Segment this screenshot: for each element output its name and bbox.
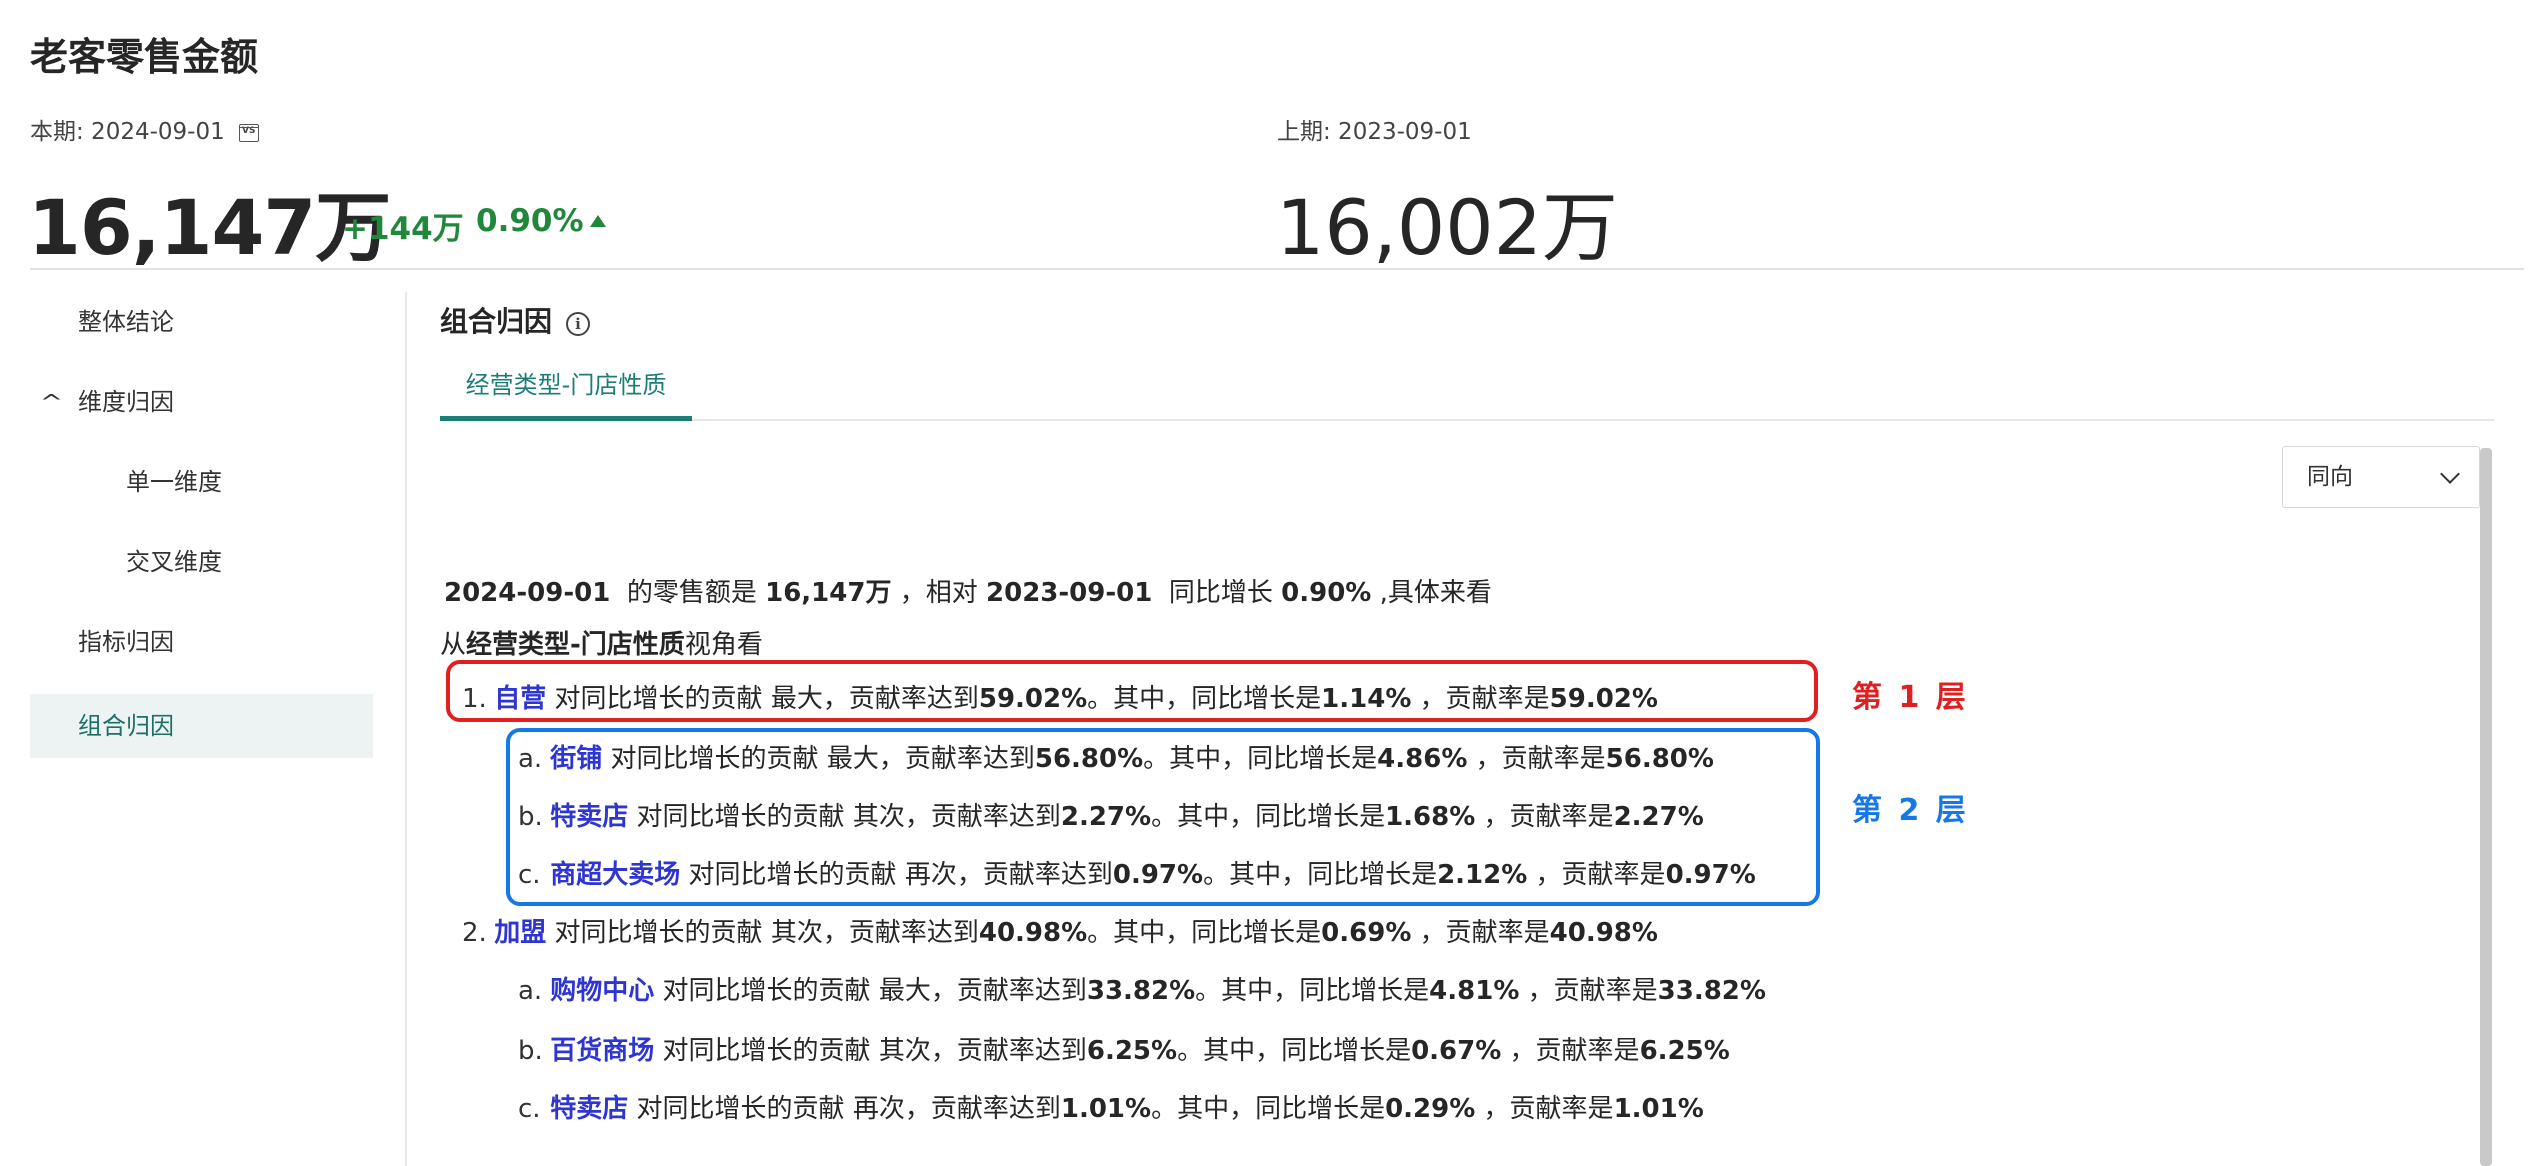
summary-date-current: 2024-09-01 bbox=[444, 578, 611, 608]
item-text: 。其中，同比增长是 bbox=[1151, 1094, 1386, 1124]
layer1-highlight-box bbox=[446, 660, 1818, 722]
item-share: 1.01% bbox=[1613, 1094, 1704, 1124]
item-share: 33.82% bbox=[1657, 976, 1766, 1006]
current-period: 本期: 2024-09-01 VS bbox=[30, 112, 259, 146]
list-item: a. 购物中心 对同比增长的贡献 最大，贡献率达到33.82%。其中，同比增长是… bbox=[518, 970, 1766, 1007]
info-icon[interactable]: i bbox=[566, 312, 591, 336]
sidebar-divider bbox=[405, 292, 407, 1166]
item-contribution-rate: 1.01% bbox=[1060, 1094, 1152, 1124]
item-name-link[interactable]: 百货商场 bbox=[550, 1036, 654, 1066]
item-name-link[interactable]: 加盟 bbox=[494, 918, 546, 948]
item-index: c. bbox=[518, 1094, 541, 1124]
sidebar-item-cross-dimension[interactable]: 交叉维度 bbox=[30, 530, 373, 594]
current-period-label: 本期: 2024-09-01 bbox=[30, 119, 225, 145]
vertical-scrollbar[interactable] bbox=[2480, 448, 2492, 1166]
section-title: 组合归因 i bbox=[440, 300, 591, 340]
list-item: c. 特卖店 对同比增长的贡献 再次，贡献率达到1.01%。其中，同比增长是0.… bbox=[518, 1088, 1704, 1125]
item-growth: 0.29% bbox=[1385, 1094, 1476, 1124]
sidebar-item-dimension[interactable]: ^ 维度归因 bbox=[30, 370, 373, 434]
item-rank: 其次 bbox=[878, 1036, 931, 1066]
item-rank: 再次 bbox=[852, 1094, 905, 1124]
item-text: 。其中，同比增长是 bbox=[1195, 976, 1430, 1006]
up-arrow-icon bbox=[589, 215, 606, 227]
item-index: b. bbox=[518, 1036, 543, 1066]
summary-date-previous: 2023-09-01 bbox=[986, 578, 1153, 608]
list-item: 2. 加盟 对同比增长的贡献 其次，贡献率达到40.98%。其中，同比增长是0.… bbox=[462, 912, 1658, 949]
item-text: ，贡献率是 bbox=[1509, 1036, 1640, 1066]
item-rank: 其次 bbox=[770, 918, 823, 948]
calendar-vs-icon[interactable]: VS bbox=[238, 123, 259, 142]
sidebar-item-combination[interactable]: 组合归因 bbox=[30, 694, 373, 758]
sidebar-item-label: 单一维度 bbox=[126, 468, 222, 496]
view-suffix: 视角看 bbox=[684, 630, 763, 660]
previous-period-label: 上期: 2023-09-01 bbox=[1277, 119, 1472, 145]
item-name-link[interactable]: 购物中心 bbox=[550, 976, 654, 1006]
delta-percent: 0.90% bbox=[476, 203, 606, 239]
delta-value: +144万 bbox=[342, 211, 464, 247]
section-title-text: 组合归因 bbox=[440, 305, 553, 338]
summary-percent: 0.90% bbox=[1281, 578, 1372, 608]
summary-value: 16,147万 bbox=[765, 578, 892, 608]
item-text: ，贡献率达到 bbox=[930, 976, 1087, 1006]
item-text: 。其中，同比增长是 bbox=[1177, 1036, 1412, 1066]
item-index: 2. bbox=[462, 918, 487, 948]
current-value: 16,147万 bbox=[28, 183, 391, 272]
chevron-down-icon bbox=[2440, 464, 2460, 484]
sidebar-item-label: 维度归因 bbox=[78, 388, 174, 416]
direction-select-value: 同向 bbox=[2307, 464, 2353, 490]
tab-active-indicator bbox=[440, 416, 692, 421]
tab-business-store-type[interactable]: 经营类型-门店性质 bbox=[440, 360, 692, 422]
summary-text: ，相对 bbox=[899, 578, 978, 608]
item-text: 对同比增长的贡献 bbox=[662, 976, 871, 1006]
item-growth: 0.67% bbox=[1411, 1036, 1502, 1066]
item-text: ，贡献率达到 bbox=[822, 918, 979, 948]
sidebar-item-label: 组合归因 bbox=[78, 712, 174, 740]
layer1-label: 第 1 层 bbox=[1852, 680, 1969, 715]
sidebar-item-metric[interactable]: 指标归因 bbox=[30, 610, 373, 674]
summary-text: 的零售额是 bbox=[626, 578, 757, 608]
item-text: ，贡献率达到 bbox=[904, 1094, 1061, 1124]
item-text: 。其中，同比增长是 bbox=[1087, 918, 1322, 948]
summary-text: ,具体来看 bbox=[1379, 578, 1492, 608]
view-dimension: 经营类型-门店性质 bbox=[466, 630, 685, 660]
summary-text: 同比增长 bbox=[1168, 578, 1273, 608]
layer2-label: 第 2 层 bbox=[1852, 793, 1969, 828]
sidebar-item-label: 交叉维度 bbox=[126, 548, 222, 576]
sidebar-item-single-dimension[interactable]: 单一维度 bbox=[30, 450, 373, 514]
layer2-highlight-box bbox=[506, 728, 1820, 906]
item-contribution-rate: 6.25% bbox=[1086, 1036, 1178, 1066]
header-divider bbox=[30, 268, 2524, 270]
list-item: b. 百货商场 对同比增长的贡献 其次，贡献率达到6.25%。其中，同比增长是0… bbox=[518, 1030, 1730, 1067]
item-rank: 最大 bbox=[878, 976, 931, 1006]
page-title: 老客零售金额 bbox=[30, 35, 259, 79]
item-text: 对同比增长的贡献 bbox=[662, 1036, 871, 1066]
item-index: a. bbox=[518, 976, 543, 1006]
item-growth: 0.69% bbox=[1321, 918, 1412, 948]
item-share: 6.25% bbox=[1639, 1036, 1730, 1066]
summary-line: 2024-09-01 的零售额是 16,147万 ，相对 2023-09-01 … bbox=[444, 572, 1492, 609]
previous-value: 16,002万 bbox=[1276, 183, 1618, 272]
item-contribution-rate: 33.82% bbox=[1086, 976, 1196, 1006]
item-text: 对同比增长的贡献 bbox=[636, 1094, 845, 1124]
tab-bar-line bbox=[440, 419, 2494, 421]
direction-select[interactable]: 同向 bbox=[2282, 446, 2480, 508]
view-prefix: 从 bbox=[440, 630, 467, 660]
chevron-up-icon: ^ bbox=[39, 390, 64, 414]
item-share: 40.98% bbox=[1549, 918, 1658, 948]
view-line: 从经营类型-门店性质视角看 bbox=[440, 624, 763, 661]
sidebar-item-overall[interactable]: 整体结论 bbox=[30, 290, 373, 354]
item-text: ，贡献率是 bbox=[1419, 918, 1550, 948]
item-text: 对同比增长的贡献 bbox=[554, 918, 763, 948]
item-text: ，贡献率是 bbox=[1527, 976, 1658, 1006]
sidebar-item-label: 指标归因 bbox=[78, 628, 174, 656]
delta-percent-text: 0.90% bbox=[476, 203, 584, 239]
item-name-link[interactable]: 特卖店 bbox=[550, 1094, 628, 1124]
item-contribution-rate: 40.98% bbox=[978, 918, 1088, 948]
item-text: ，贡献率达到 bbox=[930, 1036, 1087, 1066]
sidebar-item-label: 整体结论 bbox=[78, 308, 174, 336]
item-growth: 4.81% bbox=[1429, 976, 1520, 1006]
item-text: ，贡献率是 bbox=[1483, 1094, 1614, 1124]
